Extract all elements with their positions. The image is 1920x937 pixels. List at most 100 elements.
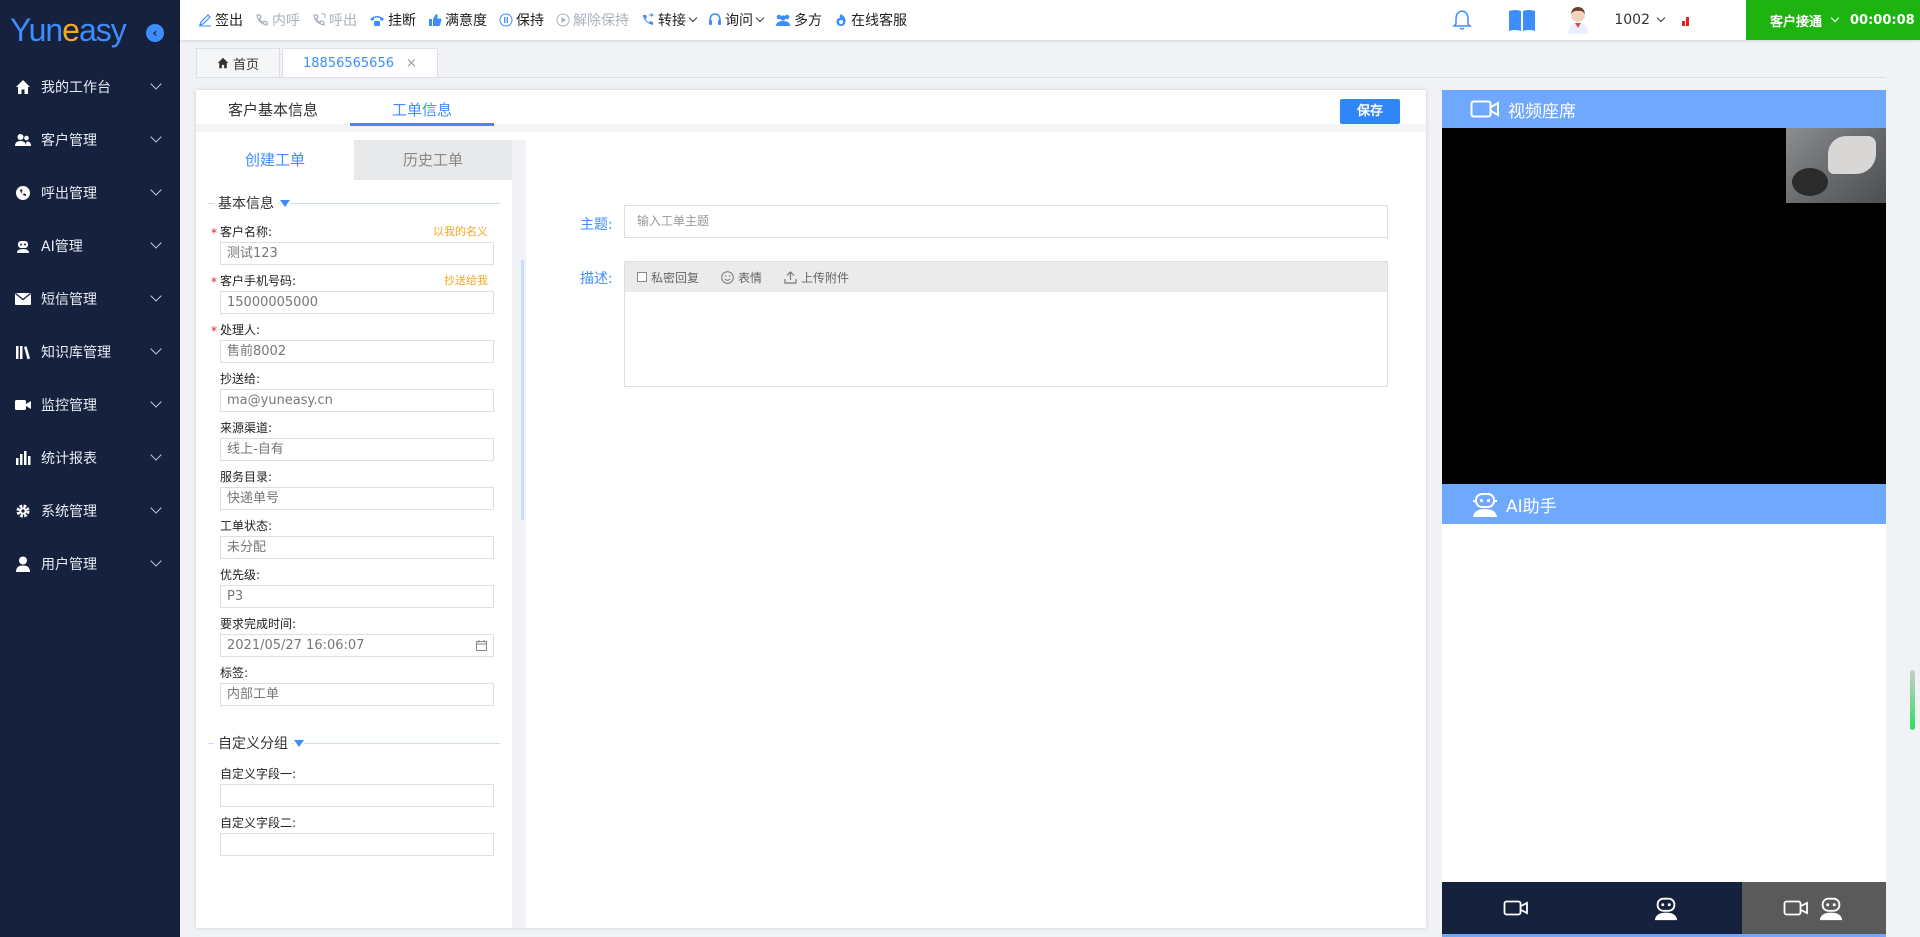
save-button[interactable]: 保存 xyxy=(1340,99,1400,124)
field-label: 自定义字段一: xyxy=(220,767,297,781)
sidebar-item-users[interactable]: 用户管理 xyxy=(0,537,180,590)
cc-input[interactable]: ma@yuneasy.cn xyxy=(220,389,494,412)
ai-assistant-icon xyxy=(1473,493,1497,517)
bar-chart-icon xyxy=(14,449,32,467)
calendar-icon[interactable] xyxy=(476,640,487,651)
field-label: 工单状态: xyxy=(220,519,273,533)
source-select[interactable]: 线上-自有 xyxy=(220,438,494,461)
sidebar-item-customers[interactable]: 客户管理 xyxy=(0,113,180,166)
deadline-datepicker[interactable]: 2021/05/27 16:06:07 xyxy=(220,634,494,657)
field-customer-phone: * 客户手机号码: 抄送给我 15000005000 xyxy=(211,271,494,314)
inbound-label: 内呼 xyxy=(272,13,300,29)
customer-name-input[interactable]: 测试123 xyxy=(220,242,494,265)
tags-input[interactable]: 内部工单 xyxy=(220,683,494,706)
handler-select[interactable]: 售前8002 xyxy=(220,340,494,363)
conference-button[interactable]: 多方 xyxy=(775,10,822,30)
chevron-down-icon xyxy=(1830,13,1840,23)
left-panel-scrollbar[interactable] xyxy=(521,260,524,520)
ticket-left-panel: 创建工单 历史工单 基本信息 * 客户名称: 以我的名义 测试123 * 客户手机号码… xyxy=(196,140,526,928)
field-label: 标签: xyxy=(220,666,249,680)
video-stream[interactable] xyxy=(1442,128,1886,484)
local-video-thumbnail[interactable] xyxy=(1786,128,1886,203)
tab-divider xyxy=(196,77,1886,78)
chevron-down-icon xyxy=(1656,13,1666,23)
sidebar: Yuneasy ‹ 我的工作台 客户管理 呼出管理 AI管理 短信管理 知识库管… xyxy=(0,0,180,937)
on-my-behalf-link[interactable]: 以我的名义 xyxy=(433,222,488,242)
bell-icon[interactable] xyxy=(1452,9,1473,31)
caret-down-icon xyxy=(294,739,304,747)
satisfaction-button[interactable]: 满意度 xyxy=(428,10,487,30)
custom-field-2-input[interactable] xyxy=(220,833,494,856)
sidebar-item-ai[interactable]: AI管理 xyxy=(0,219,180,272)
upload-attachment-button[interactable]: 上传附件 xyxy=(784,269,849,286)
phone-icon xyxy=(256,14,268,26)
editor-toolbar: 私密回复 表情 上传附件 xyxy=(625,262,1387,292)
inbound-call-button[interactable]: 内呼 xyxy=(255,10,300,30)
sidebar-item-outbound[interactable]: 呼出管理 xyxy=(0,166,180,219)
field-status: 工单状态: 未分配 xyxy=(220,516,494,559)
sidebar-item-monitor[interactable]: 监控管理 xyxy=(0,378,180,431)
outbound-call-button[interactable]: 呼出 xyxy=(312,10,357,30)
subject-input[interactable]: 输入工单主题 xyxy=(624,205,1388,238)
sidebar-item-label: 客户管理 xyxy=(41,132,97,149)
consult-button[interactable]: 询问 xyxy=(708,10,765,30)
video-mode-button[interactable] xyxy=(1442,882,1590,937)
hangup-button[interactable]: 挂断 xyxy=(369,10,416,30)
signal-strength-icon xyxy=(1682,14,1690,26)
phone-out-icon xyxy=(14,184,32,202)
video-camera-icon xyxy=(1783,900,1808,916)
sidebar-item-label: 用户管理 xyxy=(41,556,97,573)
video-camera-icon xyxy=(1503,900,1528,916)
tab-phone-session[interactable]: 18856565656 × xyxy=(282,48,438,78)
status-select[interactable]: 未分配 xyxy=(220,536,494,559)
user-icon xyxy=(14,555,32,573)
sidebar-item-workbench[interactable]: 我的工作台 xyxy=(0,60,180,113)
tab-home[interactable]: 首页 xyxy=(196,48,281,78)
avatar[interactable] xyxy=(1566,6,1590,34)
private-reply-checkbox[interactable]: 私密回复 xyxy=(637,269,699,286)
book-icon[interactable] xyxy=(1508,8,1536,32)
logo-row: Yuneasy ‹ xyxy=(0,0,180,60)
upload-label: 上传附件 xyxy=(801,270,850,285)
online-service-button[interactable]: 在线客服 xyxy=(834,10,907,30)
emoji-button[interactable]: 表情 xyxy=(721,269,762,286)
agent-status-button[interactable]: 客户接通 00:00:08 xyxy=(1746,0,1920,40)
tab-history-ticket[interactable]: 历史工单 xyxy=(354,140,512,180)
sidebar-item-sms[interactable]: 短信管理 xyxy=(0,272,180,325)
flame-chat-icon xyxy=(836,14,846,26)
description-editor[interactable]: 私密回复 表情 上传附件 xyxy=(624,261,1388,387)
pencil-icon xyxy=(199,14,211,27)
ai-mode-button[interactable] xyxy=(1590,882,1742,937)
video-agent-panel: 视频座席 AI助手 xyxy=(1442,90,1886,937)
tab-create-ticket[interactable]: 创建工单 xyxy=(196,140,354,180)
tab-customer-info[interactable]: 客户基本信息 xyxy=(196,90,350,124)
unhold-button[interactable]: 解除保持 xyxy=(556,10,629,30)
close-icon[interactable]: × xyxy=(406,56,417,71)
cc-me-link[interactable]: 抄送给我 xyxy=(444,271,488,291)
custom-field-1-input[interactable] xyxy=(220,784,494,807)
collapse-sidebar-button[interactable]: ‹ xyxy=(146,24,164,42)
ai-panel-header: AI助手 xyxy=(1442,484,1886,524)
catalog-select[interactable]: 快递单号 xyxy=(220,487,494,510)
split-mode-button[interactable] xyxy=(1742,882,1886,937)
page-scrollbar[interactable] xyxy=(1910,670,1915,730)
sidebar-item-knowledge[interactable]: 知识库管理 xyxy=(0,325,180,378)
priority-select[interactable]: P3 xyxy=(220,585,494,608)
sidebar-item-system[interactable]: 系统管理 xyxy=(0,484,180,537)
tab-ticket-info[interactable]: 工单信息 xyxy=(350,90,495,126)
extension-dropdown[interactable]: 1002 xyxy=(1614,12,1666,28)
unhold-label: 解除保持 xyxy=(573,13,629,29)
home-icon xyxy=(217,57,229,69)
signout-button[interactable]: 签出 xyxy=(198,10,243,30)
sidebar-item-reports[interactable]: 统计报表 xyxy=(0,431,180,484)
satisfaction-label: 满意度 xyxy=(445,13,487,29)
mail-icon xyxy=(14,290,32,308)
customer-phone-input[interactable]: 15000005000 xyxy=(220,291,494,314)
group-custom[interactable]: 自定义分组 xyxy=(208,730,500,756)
chevron-down-icon xyxy=(150,184,162,196)
hold-button[interactable]: 保持 xyxy=(499,10,544,30)
group-basic-info[interactable]: 基本信息 xyxy=(208,190,500,216)
transfer-button[interactable]: 转接 xyxy=(641,10,698,30)
sidebar-item-label: AI管理 xyxy=(41,238,83,255)
pause-icon xyxy=(499,13,513,27)
